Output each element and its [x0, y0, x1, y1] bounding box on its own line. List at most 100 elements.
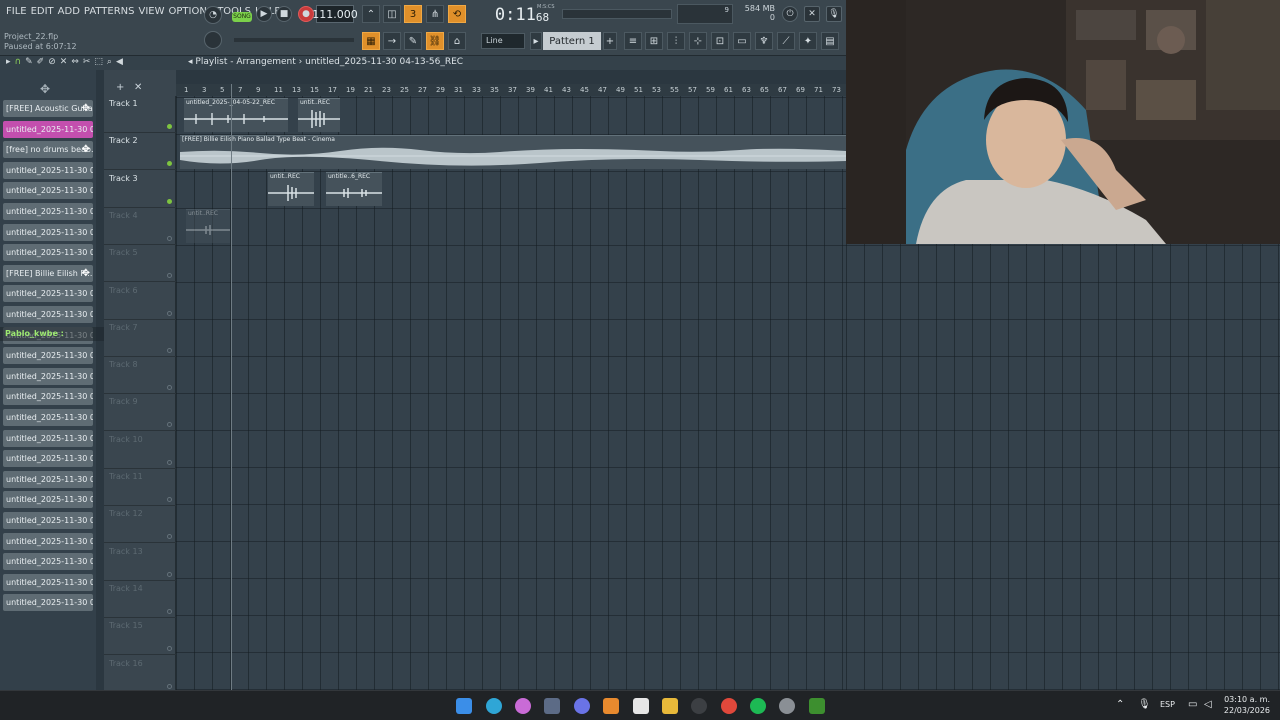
master-volume-slider[interactable]	[234, 38, 354, 42]
track-mute-led[interactable]	[167, 385, 172, 391]
chrome-icon[interactable]	[721, 698, 737, 714]
power-icon[interactable]: ⏻	[782, 6, 798, 22]
clipboard-icon[interactable]: ▭	[733, 32, 751, 50]
plugin-picker-icon[interactable]: ⊹	[689, 32, 707, 50]
track-header[interactable]: Track 5	[104, 245, 176, 283]
browser-item[interactable]: untitled_2025-11-30 04-...	[3, 470, 93, 488]
browser-item[interactable]: untitled_2025-11-30 04-...	[3, 409, 93, 426]
track-header[interactable]: Track 4	[104, 208, 176, 245]
song-position-slider[interactable]	[562, 9, 672, 19]
loop-record-icon[interactable]: ⟲	[448, 5, 466, 23]
file-icon[interactable]	[633, 698, 649, 714]
browser-icon[interactable]: ⊡	[711, 32, 729, 50]
arrow-right-icon[interactable]: →	[383, 32, 401, 50]
track-mute-led[interactable]	[167, 422, 172, 428]
play-small-icon[interactable]: ▸	[6, 57, 11, 67]
stamp-icon[interactable]: ⌂	[448, 32, 466, 50]
master-pitch-icon[interactable]: ◔	[204, 6, 222, 24]
browser-item[interactable]: untitled_2025-11-30 04-...	[3, 388, 93, 406]
stop-icon[interactable]: ■	[276, 6, 292, 22]
track-mute-led[interactable]	[167, 347, 172, 353]
browser-item[interactable]: untitled_2025-11-30 03-...	[3, 161, 93, 179]
move-icon[interactable]: ✥	[40, 82, 50, 96]
track-header[interactable]: Track 3	[104, 171, 176, 208]
track-header[interactable]: Track 10	[104, 432, 176, 469]
tray-mic-icon[interactable]: 🎙	[1138, 699, 1151, 710]
store-icon[interactable]: ▤	[821, 32, 839, 50]
obs-icon[interactable]	[691, 698, 707, 714]
fl-studio-icon[interactable]	[603, 698, 619, 714]
settings-icon[interactable]	[779, 698, 795, 714]
browser-item[interactable]: [FREE] Billie Eilish Pi... ✥	[3, 264, 93, 282]
browser-item[interactable]: untitled_2025-11-30 04-...	[3, 347, 93, 365]
browser-item[interactable]: [FREE] Acoustic Guita... ✥	[3, 100, 93, 117]
countdown-icon[interactable]: 3	[404, 5, 422, 23]
master-volume-knob[interactable]	[204, 31, 222, 49]
back-arrow-icon[interactable]: ◂	[188, 57, 193, 67]
drag-handle-icon[interactable]: ✥	[82, 141, 90, 158]
close-icon[interactable]: ✕	[804, 6, 820, 22]
draw-icon[interactable]: ✎	[25, 57, 33, 67]
track-mute-led[interactable]	[167, 161, 172, 167]
drag-handle-icon[interactable]: ✥	[82, 100, 90, 117]
zoom-icon[interactable]: ⌕	[107, 57, 112, 67]
track-header[interactable]: Track 12	[104, 506, 176, 544]
playhead[interactable]	[231, 84, 232, 690]
pencil-icon[interactable]: ✎	[404, 32, 422, 50]
wait-input-icon[interactable]: ◫	[383, 5, 401, 23]
system-clock[interactable]: 03:10 a. m. 22/03/2026	[1224, 694, 1270, 716]
track-header[interactable]: Track 16	[104, 656, 176, 693]
language-indicator[interactable]: ESP	[1160, 700, 1175, 709]
browser-item[interactable]: untitled_2025-11-30 03-...	[3, 182, 93, 200]
track-mute-led[interactable]	[167, 646, 172, 652]
track-mute-led[interactable]	[167, 459, 172, 465]
magnet-icon[interactable]: ∩	[15, 57, 22, 67]
track-header[interactable]: Track 2	[104, 133, 176, 171]
snap-selector[interactable]: Line	[481, 33, 525, 49]
track-mute-led[interactable]	[167, 198, 172, 204]
audio-clip[interactable]: untit..REC	[298, 98, 340, 132]
windows-start-icon[interactable]	[456, 698, 472, 714]
discord-icon[interactable]	[574, 698, 590, 714]
track-mute-led[interactable]	[167, 683, 172, 689]
tools-icon[interactable]: ✦	[799, 32, 817, 50]
browser-item[interactable]: untitled_2025-11-30 04-...	[3, 367, 93, 385]
add-pattern-icon[interactable]: +	[603, 32, 617, 50]
network-icon[interactable]: ▭	[1188, 699, 1197, 710]
browser-item[interactable]: untitled_2025-11-30 03-...	[3, 203, 93, 220]
drag-handle-icon[interactable]: ✥	[82, 265, 90, 282]
app-icon[interactable]	[809, 698, 825, 714]
track-header[interactable]: Track 6	[104, 283, 176, 320]
file-explorer-icon[interactable]	[662, 698, 678, 714]
mixer-icon[interactable]: ⫶	[667, 32, 685, 50]
browser-item[interactable]: untitled_2025-11-30 03-...	[3, 223, 93, 241]
menu-add[interactable]: ADD	[58, 6, 80, 17]
browser-item[interactable]: [free] no drums beab... ✥	[3, 141, 93, 159]
microphone-icon[interactable]: 🎙	[826, 6, 842, 22]
blend-notes-icon[interactable]: ⋔	[426, 5, 444, 23]
add-track-icon[interactable]: +	[116, 82, 124, 93]
widgets-icon[interactable]	[544, 698, 560, 714]
track-header[interactable]: Track 9	[104, 394, 176, 432]
piano-roll-icon[interactable]: ▦	[362, 32, 380, 50]
audio-clip[interactable]: untit..REC	[268, 172, 314, 206]
track-mute-led[interactable]	[167, 497, 172, 502]
track-header[interactable]: Track 7	[104, 320, 176, 357]
audio-clip[interactable]: untitle..6_REC	[326, 172, 382, 206]
track-header[interactable]: Track 15	[104, 618, 176, 656]
track-header[interactable]: Track 8	[104, 357, 176, 395]
menu-patterns[interactable]: PATTERNS	[84, 6, 135, 17]
browser-item[interactable]: untitled_2025-11-30 04-...	[3, 532, 93, 550]
delete-icon[interactable]: ⊘	[48, 57, 56, 67]
edge-icon[interactable]	[486, 698, 502, 714]
track-mute-led[interactable]	[167, 310, 172, 316]
volume-icon[interactable]: ◁	[1204, 699, 1212, 710]
playlist-icon[interactable]: ≡	[624, 32, 642, 50]
track-header[interactable]: Track 11	[104, 469, 176, 506]
play-icon[interactable]: ▶	[256, 6, 272, 22]
pattern-prev-icon[interactable]: ▸	[530, 32, 542, 50]
browser-item[interactable]: untitled_2025-11-30 04-...	[3, 285, 93, 303]
tray-chevron-icon[interactable]: ⌃	[1116, 699, 1124, 710]
browser-item[interactable]: untitled_2025-11-30 04-...	[3, 553, 93, 571]
pattern-selector[interactable]: Pattern 1	[543, 32, 601, 50]
